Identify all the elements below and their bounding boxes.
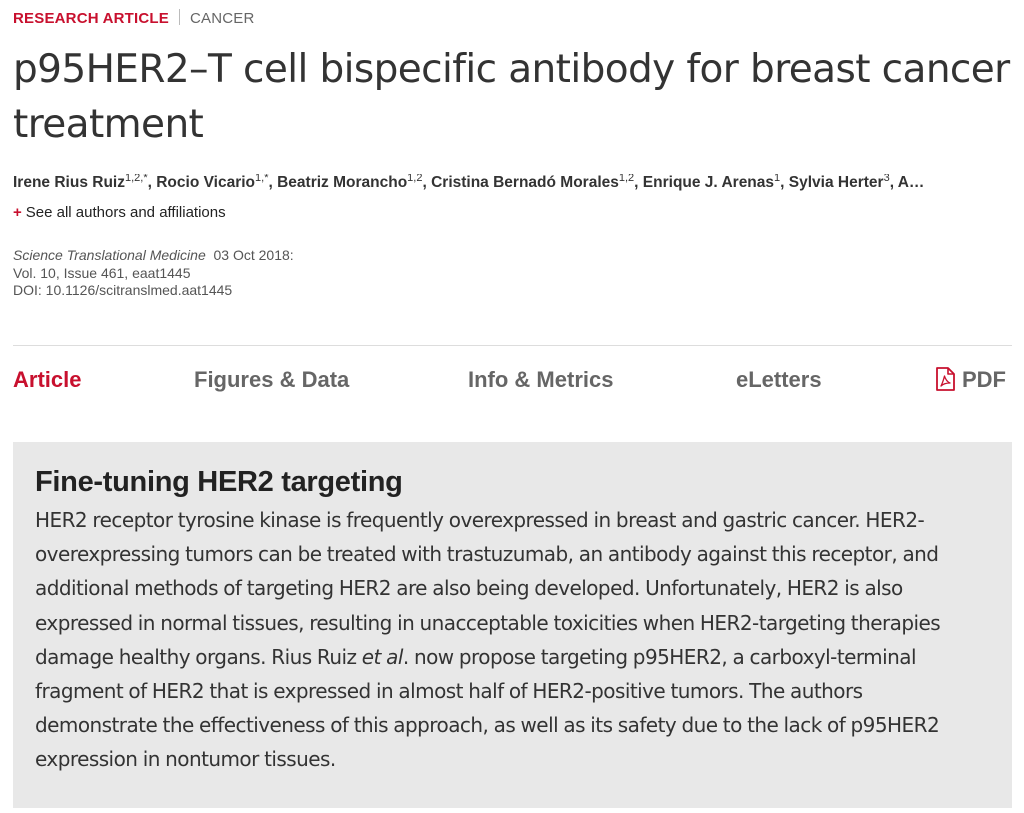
see-all-authors-link[interactable]: + See all authors and affiliations: [13, 204, 226, 221]
editor-summary: Fine-tuning HER2 targeting HER2 receptor…: [13, 442, 1012, 808]
tabs-divider: [13, 345, 1012, 346]
author-affiliation-sup: 3: [883, 174, 890, 184]
author-name[interactable]: Cristina Bernadó Morales: [431, 174, 619, 191]
author-name[interactable]: Rocio Vicario: [156, 174, 255, 191]
tab-eletters[interactable]: eLetters: [736, 367, 822, 393]
article-category-row: RESEARCH ARTICLE CANCER: [13, 9, 255, 27]
category-divider: [178, 9, 180, 25]
author-name[interactable]: Enrique J. Arenas: [643, 174, 774, 191]
plus-icon: +: [13, 204, 22, 221]
citation-doi[interactable]: DOI: 10.1126/scitranslmed.aat1445: [13, 282, 294, 300]
article-subject-label[interactable]: CANCER: [190, 10, 255, 27]
tab-pdf-label: PDF: [962, 367, 1006, 392]
pdf-file-icon: [936, 367, 955, 391]
author-name[interactable]: Beatriz Morancho: [277, 174, 407, 191]
citation-block: Science Translational Medicine 03 Oct 20…: [13, 247, 294, 300]
article-title: p95HER2–T cell bispecific antibody for b…: [13, 47, 1010, 147]
author-affiliation-sup: 1,2,*: [124, 174, 148, 184]
summary-italic: et al: [361, 644, 404, 669]
publication-date: 03 Oct 2018:: [213, 247, 294, 263]
tab-info-metrics[interactable]: Info & Metrics: [468, 367, 613, 393]
author-affiliation-sup: 1,2: [407, 174, 423, 184]
author-name[interactable]: Irene Rius Ruiz: [13, 174, 125, 191]
author-name-truncated[interactable]: A…: [898, 174, 925, 191]
summary-body: HER2 receptor tyrosine kinase is frequen…: [35, 503, 990, 777]
summary-title: Fine-tuning HER2 targeting: [35, 466, 403, 498]
tab-article[interactable]: Article: [13, 367, 81, 393]
author-name[interactable]: Sylvia Herter: [789, 174, 884, 191]
article-tabs: Article Figures & Data Info & Metrics eL…: [13, 367, 1012, 401]
author-affiliation-sup: 1: [774, 174, 781, 184]
citation-volume: Vol. 10, Issue 461, eaat1445: [13, 264, 191, 281]
author-list: Irene Rius Ruiz1,2,*, Rocio Vicario1,*, …: [13, 174, 925, 191]
author-affiliation-sup: 1,2: [618, 174, 635, 184]
citation-journal-line: Science Translational Medicine 03 Oct 20…: [13, 247, 294, 265]
tab-figures-data[interactable]: Figures & Data: [194, 367, 349, 393]
journal-name: Science Translational Medicine: [13, 247, 206, 263]
author-affiliation-sup: 1,*: [255, 174, 269, 184]
tab-pdf[interactable]: PDF: [934, 367, 1006, 393]
see-all-authors-label: See all authors and affiliations: [25, 204, 226, 221]
article-type-label: RESEARCH ARTICLE: [13, 10, 169, 27]
